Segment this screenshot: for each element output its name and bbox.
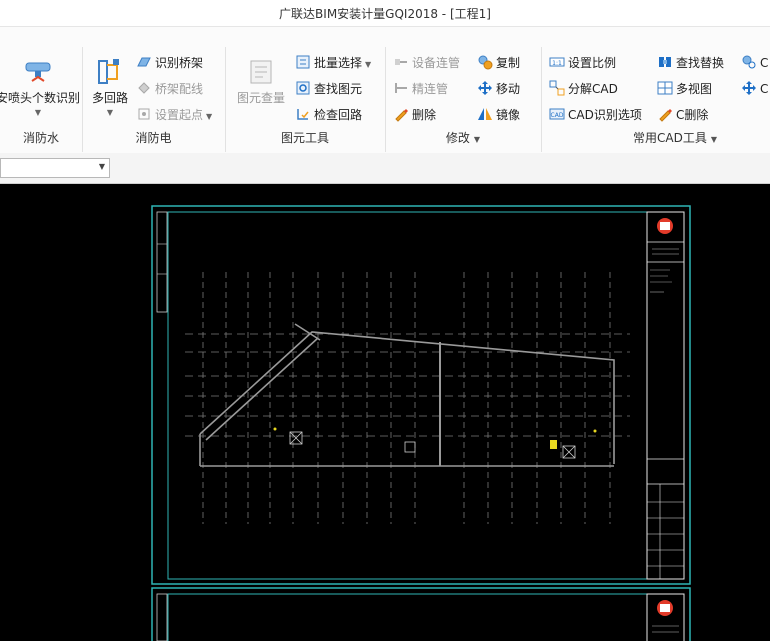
ribbon-group-modify: 设备连管 精连管 删除 复制 移动 镜像 修改 ▼ (385, 47, 542, 152)
tray-wire-icon (138, 82, 150, 94)
sheet-frame-outer (151, 205, 691, 585)
ribbon-group-cad-tools: 1:1 设置比例 分解CAD CAD CAD识别选项 查找替换 多视图 C删除 C … (541, 47, 770, 152)
ribbon-group-label: 消防电 (135, 131, 172, 145)
identify-tray-button[interactable]: 识别桥架 (136, 53, 203, 73)
sprinkler-count-button[interactable]: 安喷头个数识别 ▼ (0, 57, 80, 117)
multi-view-icon (657, 81, 673, 95)
copy-icon (478, 55, 493, 70)
ribbon-group-element-tools: 图元查量 批量选择 ▼ 查找图元 检查回路 图元工具 (225, 47, 386, 152)
ribbon-group-label: 图元工具 (280, 131, 329, 145)
c-delete-icon (659, 109, 672, 122)
element-query-icon (250, 60, 272, 84)
find-element-icon (296, 81, 310, 95)
ribbon-group-fire-water: 安喷头个数识别 ▼ 消防水 (0, 47, 83, 152)
cad-option-icon: CAD (549, 108, 565, 120)
check-loop-button[interactable]: 检查回路 (295, 105, 362, 125)
delete-button[interactable]: 删除 (393, 105, 436, 125)
element-query-button[interactable]: 图元查量 (233, 57, 289, 106)
tray-wire-button[interactable]: 桥架配线 (136, 79, 203, 99)
ribbon-group-label: 修改 ▼ (445, 131, 481, 145)
pipe-connect-icon (395, 59, 407, 65)
sheet-2-frame-outer (151, 587, 691, 641)
highlight-dot (593, 429, 597, 433)
cad-identify-options-button[interactable]: CAD CAD识别选项 (549, 105, 642, 125)
mirror-button[interactable]: 镜像 (477, 105, 520, 125)
device-connect-pipe-button[interactable]: 设备连管 (393, 53, 460, 73)
scale-icon: 1:1 (549, 57, 565, 67)
svg-text:CAD: CAD (551, 112, 564, 119)
c-tool-button-2[interactable]: C (741, 79, 768, 99)
move-icon (478, 81, 492, 95)
chevron-down-icon: ▼ (98, 162, 105, 171)
c-delete-button[interactable]: C删除 (657, 105, 708, 125)
grid-horizontal (185, 333, 630, 437)
cad-drawing (151, 205, 691, 641)
copy-button[interactable]: 复制 (477, 53, 520, 73)
set-start-point-button[interactable]: 设置起点 ▼ (136, 105, 212, 125)
find-replace-icon (659, 57, 671, 67)
ribbon-group-label: 消防水 (22, 131, 59, 145)
ribbon-group-label: 常用CAD工具 ▼ (633, 131, 717, 145)
ribbon-group-fire-electric: 多回路 ▼ 识别桥架 桥架配线 设置起点 ▼ 消防电 (82, 47, 226, 152)
pipe-connect-icon (395, 83, 407, 93)
title-bar: 广联达BIM安装计量GQI2018 - [工程1] (0, 0, 770, 26)
sheet-2-frame-inner (167, 593, 685, 641)
ribbon: 安喷头个数识别 ▼ 消防水 多回路 ▼ 识别桥架 桥架配线 设置起点▼ 消防电 (0, 26, 770, 155)
multi-loop-icon (98, 59, 119, 84)
check-loop-icon (297, 109, 309, 120)
chevron-down-icon[interactable]: ▼ (474, 135, 480, 144)
sprinkler-icon (25, 62, 51, 82)
find-element-button[interactable]: 查找图元 (295, 79, 362, 99)
find-replace-button[interactable]: 查找替换 (657, 53, 724, 73)
chevron-down-icon: ▼ (206, 112, 213, 121)
move-button[interactable]: 移动 (477, 79, 520, 99)
explode-icon (549, 80, 565, 96)
set-scale-button[interactable]: 1:1 设置比例 (549, 53, 616, 73)
grid-vertical (202, 272, 611, 524)
c-tool-button-1[interactable]: C (741, 53, 768, 73)
floor-toolbar: ▼ (0, 153, 770, 184)
chevron-down-icon: ▼ (106, 108, 114, 117)
start-point-icon (138, 108, 150, 120)
multi-loop-button[interactable]: 多回路 ▼ (88, 57, 132, 117)
batch-select-icon (296, 55, 310, 69)
delete-icon (395, 109, 408, 122)
explode-cad-button[interactable]: 分解CAD (549, 79, 618, 99)
svg-text:1:1: 1:1 (552, 60, 562, 67)
highlight-mark (550, 440, 557, 449)
highlight-dot (273, 427, 277, 431)
tray-icon (137, 57, 151, 67)
window-title: 广联达BIM安装计量GQI2018 - [工程1] (279, 7, 491, 21)
c-tool-icon (742, 81, 756, 95)
c-tool-icon (742, 55, 756, 69)
precise-connect-pipe-button[interactable]: 精连管 (393, 79, 448, 99)
batch-select-button[interactable]: 批量选择 ▼ (295, 53, 371, 73)
title-block (646, 211, 685, 580)
cad-canvas[interactable] (0, 184, 770, 641)
floor-select[interactable]: ▼ (0, 158, 110, 178)
sheet-binding-strip (156, 211, 168, 313)
chevron-down-icon[interactable]: ▼ (711, 135, 717, 144)
chevron-down-icon: ▼ (365, 60, 372, 69)
sheet-frame-inner (167, 211, 685, 580)
mirror-icon (478, 108, 492, 120)
chevron-down-icon: ▼ (34, 108, 42, 117)
multi-view-button[interactable]: 多视图 (657, 79, 712, 99)
